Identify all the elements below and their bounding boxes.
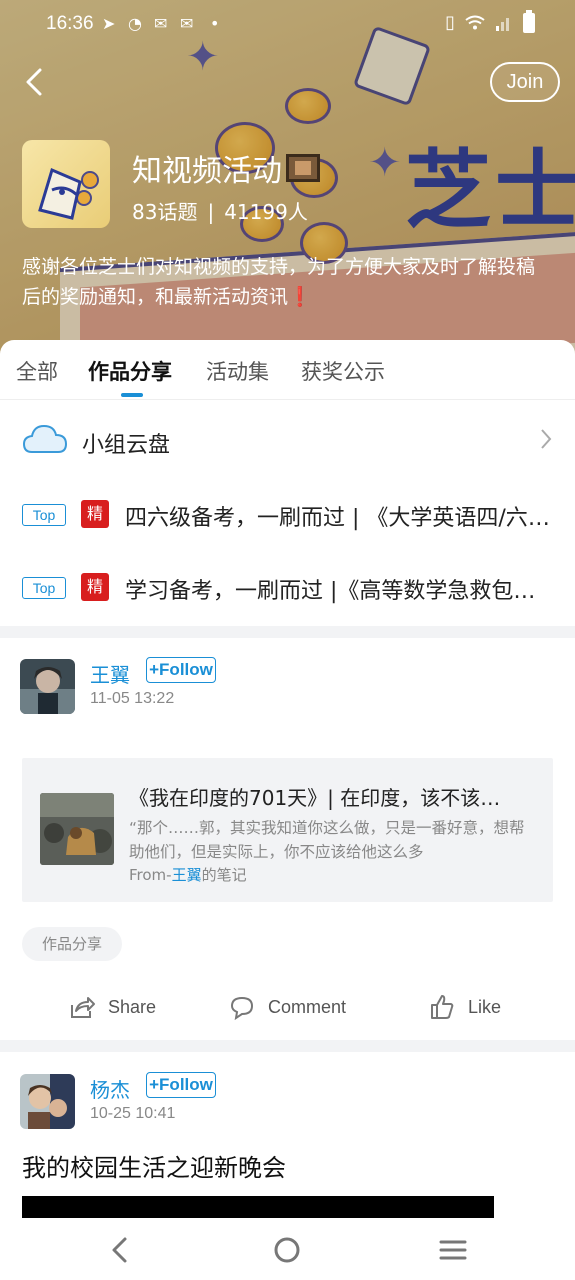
pinned-post-row[interactable]: Top 精 学习备考，一刷而过 |《高等数学急救包… xyxy=(0,555,575,625)
avatar-image xyxy=(20,1074,75,1129)
topic-chip[interactable]: 作品分享 xyxy=(22,927,122,961)
tab-bar: 全部 作品分享 活动集 获奖公示 xyxy=(0,340,575,400)
note-thumbnail xyxy=(40,793,114,865)
avatar[interactable] xyxy=(20,659,75,714)
telegram-icon: ➤ xyxy=(102,14,116,33)
chevron-left-icon xyxy=(26,68,42,96)
tab-all[interactable]: 全部 xyxy=(16,356,58,386)
top-badge: Top xyxy=(22,504,66,526)
tab-activities[interactable]: 活动集 xyxy=(206,356,269,386)
mail-icon: ✉ xyxy=(180,14,194,33)
comment-button[interactable]: Comment xyxy=(228,990,346,1024)
tab-works-share[interactable]: 作品分享 xyxy=(88,356,172,386)
group-name-text: 知视频活动 xyxy=(132,154,282,189)
post-author[interactable]: 杨杰 xyxy=(90,1074,130,1103)
note-title: 《我在印度的701天》| 在印度，该不该… xyxy=(129,786,501,810)
post-image[interactable] xyxy=(22,1196,494,1218)
active-tab-indicator xyxy=(121,393,143,397)
note-source-author[interactable]: 王翼 xyxy=(172,866,202,884)
post-title[interactable]: 我的校园生活之迎新晚会 xyxy=(22,1148,286,1183)
share-label: Share xyxy=(108,996,157,1017)
battery-icon xyxy=(523,9,535,33)
like-label: Like xyxy=(468,996,502,1017)
mail-icon: ✉ xyxy=(154,14,168,33)
tab-awards[interactable]: 获奖公示 xyxy=(301,356,385,386)
dot-icon: • xyxy=(210,14,220,33)
essence-badge: 精 xyxy=(81,500,109,528)
stats-separator: | xyxy=(207,200,215,224)
comment-icon xyxy=(230,996,254,1021)
group-avatar-illustration xyxy=(38,167,99,220)
group-avatar[interactable] xyxy=(22,140,110,228)
status-bar: 16:36 ➤ ◔ ✉ ✉ • ▯ xyxy=(0,0,575,48)
pinned-post-row[interactable]: Top 精 四六级备考，一刷而过 | 《大学英语四/六级… xyxy=(0,482,575,552)
system-navigation-bar xyxy=(0,1220,575,1280)
section-divider xyxy=(0,1040,575,1052)
exclamation-icon: ❗ xyxy=(288,286,312,308)
cloud-icon xyxy=(22,424,68,453)
pinned-post-title: 四六级备考，一刷而过 | 《大学英语四/六级… xyxy=(125,506,555,531)
thumbs-up-icon xyxy=(431,995,454,1019)
comment-label: Comment xyxy=(268,996,347,1017)
join-button[interactable]: Join xyxy=(490,62,560,102)
note-thumbnail-image xyxy=(40,793,114,865)
back-button[interactable] xyxy=(18,62,54,102)
note-source-suffix: 的笔记 xyxy=(201,866,247,884)
note-source-prefix: From- xyxy=(129,866,172,884)
share-icon xyxy=(71,997,95,1018)
essence-badge: 精 xyxy=(81,573,109,601)
film-icon xyxy=(286,154,320,182)
vibrate-icon: ▯ xyxy=(445,12,455,33)
like-button[interactable]: Like xyxy=(428,990,501,1024)
share-button[interactable]: Share xyxy=(68,990,156,1024)
chevron-right-icon xyxy=(541,429,552,449)
signal-icon xyxy=(496,17,509,31)
note-source: From-王翼的笔记 xyxy=(129,864,247,885)
top-badge: Top xyxy=(22,577,66,599)
follow-button[interactable]: +Follow xyxy=(146,1072,216,1098)
avatar[interactable] xyxy=(20,1074,75,1129)
nav-back-icon[interactable] xyxy=(104,1234,136,1266)
post-time: 10-25 10:41 xyxy=(90,1105,176,1122)
group-stats: 83话题 | 41199人 xyxy=(132,196,308,225)
group-banner: ✦ ✦ 芝士 16:36 ➤ ◔ ✉ ✉ • ▯ Join 知视频活动 83话题… xyxy=(0,0,575,360)
group-description-text: 感谢各位芝士们对知视频的支持，为了方便大家及时了解投稿后的奖励通知，和最新活动资… xyxy=(22,256,536,308)
group-cloud-drive-row[interactable]: 小组云盘 xyxy=(0,402,575,478)
avatar-image xyxy=(20,659,75,714)
section-divider xyxy=(0,626,575,638)
wifi-icon xyxy=(465,15,485,29)
topics-count: 83话题 xyxy=(132,200,198,224)
post-time: 11-05 13:22 xyxy=(90,690,175,707)
members-count: 41199人 xyxy=(224,200,308,224)
shared-note-card[interactable]: 《我在印度的701天》| 在印度，该不该… “那个……郭，其实我知道你这么做，只… xyxy=(22,758,553,902)
follow-button[interactable]: +Follow xyxy=(146,657,216,683)
speed-icon: ◔ xyxy=(128,14,142,33)
post-author[interactable]: 王翼 xyxy=(90,659,130,688)
group-description: 感谢各位芝士们对知视频的支持，为了方便大家及时了解投稿后的奖励通知，和最新活动资… xyxy=(22,252,552,312)
note-excerpt: “那个……郭，其实我知道你这么做，只是一番好意，想帮助他们，但是实际上，你不应该… xyxy=(129,819,525,861)
nav-home-icon[interactable] xyxy=(271,1234,303,1266)
cloud-drive-label: 小组云盘 xyxy=(82,433,171,458)
nav-recents-icon[interactable] xyxy=(437,1234,469,1266)
status-time: 16:36 xyxy=(46,13,94,34)
group-name: 知视频活动 xyxy=(132,146,320,190)
pinned-post-title: 学习备考，一刷而过 |《高等数学急救包… xyxy=(125,579,536,604)
